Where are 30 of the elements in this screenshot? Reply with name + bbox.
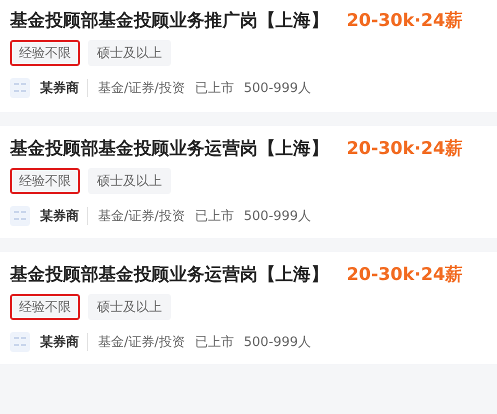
company-detail: 500-999人 — [244, 80, 312, 97]
company-name: 某券商 — [40, 207, 88, 225]
company-name: 某券商 — [40, 79, 88, 97]
job-card[interactable]: 基金投顾部基金投顾业务运营岗【上海】 20-30k·24薪 经验不限 硕士及以上 某券商 基金/证券/投资 已上市 500-999人 — [0, 126, 497, 238]
company-name: 某券商 — [40, 333, 88, 351]
company-detail: 500-999人 — [244, 334, 312, 351]
salary: 20-30k·24薪 — [346, 10, 464, 32]
salary: 20-30k·24薪 — [346, 264, 464, 286]
requirement-tag: 经验不限 — [10, 294, 80, 320]
job-title: 基金投顾部基金投顾业务推广岗【上海】 — [10, 10, 329, 32]
requirement-tag: 硕士及以上 — [88, 168, 171, 194]
company-detail: 已上市 — [194, 334, 234, 351]
company-detail: 500-999人 — [244, 208, 312, 225]
company-detail: 基金/证券/投资 — [98, 334, 185, 351]
company-logo-icon — [10, 78, 30, 98]
job-title: 基金投顾部基金投顾业务运营岗【上海】 — [10, 138, 329, 160]
company-logo-icon — [10, 332, 30, 352]
job-card[interactable]: 基金投顾部基金投顾业务运营岗【上海】 20-30k·24薪 经验不限 硕士及以上 某券商 基金/证券/投资 已上市 500-999人 — [0, 252, 497, 364]
company-detail: 已上市 — [194, 208, 234, 225]
job-card[interactable]: 基金投顾部基金投顾业务推广岗【上海】 20-30k·24薪 经验不限 硕士及以上 某券商 基金/证券/投资 已上市 500-999人 — [0, 0, 497, 112]
company-detail: 已上市 — [194, 80, 234, 97]
company-detail: 基金/证券/投资 — [98, 80, 185, 97]
salary: 20-30k·24薪 — [346, 138, 464, 160]
company-detail: 基金/证券/投资 — [98, 208, 185, 225]
job-title: 基金投顾部基金投顾业务运营岗【上海】 — [10, 264, 329, 286]
requirement-tag: 硕士及以上 — [88, 294, 171, 320]
requirement-tag: 经验不限 — [10, 40, 80, 66]
requirement-tag: 经验不限 — [10, 168, 80, 194]
requirement-tag: 硕士及以上 — [88, 40, 171, 66]
company-logo-icon — [10, 206, 30, 226]
